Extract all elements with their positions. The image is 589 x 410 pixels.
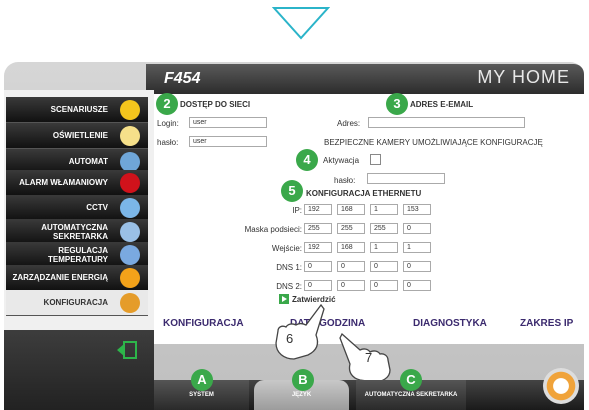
sidebar-item-label: KONFIGURACJA xyxy=(43,298,108,307)
ethernet-row-label: Wejście: xyxy=(271,244,302,253)
callout-3: 3 xyxy=(386,93,408,115)
ethernet-octet-input[interactable]: 0 xyxy=(370,280,398,291)
ethernet-row-label: Maska podsieci: xyxy=(244,225,302,234)
callout-A: A xyxy=(191,369,213,391)
callout-6: 6 xyxy=(286,331,294,346)
ethernet-octet-input[interactable]: 192 xyxy=(304,242,332,253)
camera-section-title: BEZPIECZNE KAMERY UMOŻLIWIAJĄCE KONFIGUR… xyxy=(324,138,543,147)
ethernet-octet-input[interactable]: 255 xyxy=(337,223,365,234)
callout-4: 4 xyxy=(296,149,318,171)
email-address-input[interactable] xyxy=(368,117,525,128)
camera-icon xyxy=(120,198,140,218)
network-password-label: hasło: xyxy=(157,138,179,147)
down-arrow-icon xyxy=(272,7,330,40)
phone-icon xyxy=(120,222,140,242)
activation-checkbox[interactable] xyxy=(370,154,381,165)
ethernet-octet-input[interactable]: 1 xyxy=(370,242,398,253)
ethernet-octet-input[interactable]: 0 xyxy=(304,261,332,272)
sidebar-item-1[interactable]: SCENARIUSZE xyxy=(6,97,148,123)
header-bar: F454 MY HOME xyxy=(146,64,584,94)
gear-icon xyxy=(120,293,140,313)
ethernet-octet-input[interactable]: 168 xyxy=(337,242,365,253)
callout-C: C xyxy=(400,369,422,391)
sidebar-item-label: CCTV xyxy=(86,203,108,212)
ethernet-octet-input[interactable]: 0 xyxy=(403,223,431,234)
email-section-title: ADRES E-EMAIL xyxy=(410,100,474,109)
callout-B: B xyxy=(292,369,314,391)
ethernet-octet-input[interactable]: 0 xyxy=(337,261,365,272)
sidebar-item-label: AUTOMATYCZNA SEKRETARKA xyxy=(41,222,108,241)
ethernet-octet-input[interactable]: 0 xyxy=(304,280,332,291)
callout-7: 7 xyxy=(365,350,373,365)
ethernet-octet-input[interactable]: 255 xyxy=(304,223,332,234)
settings-gear-icon[interactable] xyxy=(543,368,579,404)
sidebar-item-label: REGULACJA TEMPERATURY xyxy=(48,245,108,264)
login-input[interactable]: user xyxy=(189,117,267,128)
alarm-icon xyxy=(120,173,140,193)
sidebar-item-4[interactable]: ALARM WŁAMANIOWY xyxy=(6,170,148,196)
ethernet-octet-input[interactable]: 1 xyxy=(403,242,431,253)
ethernet-octet-input[interactable]: 0 xyxy=(403,261,431,272)
callout-2: 2 xyxy=(156,93,178,115)
tab-diagnostyka[interactable]: DIAGNOSTYKA xyxy=(413,318,487,329)
network-section-title: DOSTĘP DO SIECI xyxy=(180,100,251,109)
sidebar-item-5[interactable]: CCTV xyxy=(6,195,148,221)
camera-password-input[interactable] xyxy=(367,173,445,184)
brand-logo: MY HOME xyxy=(477,67,570,87)
sidebar-item-label: SCENARIUSZE xyxy=(50,105,108,114)
ethernet-octet-input[interactable]: 0 xyxy=(403,280,431,291)
sidebar-item-label: OŚWIETLENIE xyxy=(52,131,108,140)
ethernet-row-label: DNS 2: xyxy=(276,282,302,291)
ethernet-octet-input[interactable]: 0 xyxy=(370,261,398,272)
sidebar-item-9[interactable]: KONFIGURACJA xyxy=(6,290,148,316)
sidebar-item-label: ALARM WŁAMANIOWY xyxy=(19,178,108,187)
ethernet-octet-input[interactable]: 168 xyxy=(337,204,365,215)
ethernet-octet-input[interactable]: 1 xyxy=(370,204,398,215)
screen: F454 MY HOME SCENARIUSZE OŚWIETLENIE AUTOM… xyxy=(0,0,589,410)
automation-arrows-icon xyxy=(120,152,140,172)
page-title: F454 xyxy=(164,70,201,87)
ethernet-row-label: IP: xyxy=(292,206,302,215)
activation-label: Aktywacja xyxy=(323,156,360,165)
login-label: Login: xyxy=(157,119,179,128)
ethernet-section-title: KONFIGURACJA ETHERNETU xyxy=(306,189,422,198)
sidebar-item-2[interactable]: OŚWIETLENIE xyxy=(6,123,148,149)
sidebar-item-label: ZARZĄDZANIE ENERGIĄ xyxy=(12,273,108,282)
ethernet-row-label: DNS 1: xyxy=(276,263,302,272)
tab-zakres-ip[interactable]: ZAKRES IP xyxy=(520,318,573,329)
network-password-input[interactable]: user xyxy=(189,136,267,147)
callout-5: 5 xyxy=(281,180,303,202)
sidebar-item-8[interactable]: ZARZĄDZANIE ENERGIĄ xyxy=(6,265,148,291)
back-arrow-icon[interactable] xyxy=(116,341,138,359)
sun-icon xyxy=(120,100,140,120)
ethernet-octet-input[interactable]: 0 xyxy=(337,280,365,291)
lamp-icon xyxy=(120,126,140,146)
tab-konfiguracja[interactable]: KONFIGURACJA xyxy=(163,318,244,329)
config-panel xyxy=(154,94,584,344)
thermometer-icon xyxy=(120,245,140,265)
ethernet-octet-input[interactable]: 153 xyxy=(403,204,431,215)
ethernet-octet-input[interactable]: 192 xyxy=(304,204,332,215)
ethernet-octet-input[interactable]: 255 xyxy=(370,223,398,234)
email-address-label: Adres: xyxy=(337,119,361,128)
sidebar-item-label: AUTOMAT xyxy=(68,157,108,166)
camera-password-label: hasło: xyxy=(334,176,356,185)
energy-icon xyxy=(120,268,140,288)
hand-cursor-icon xyxy=(275,303,325,360)
